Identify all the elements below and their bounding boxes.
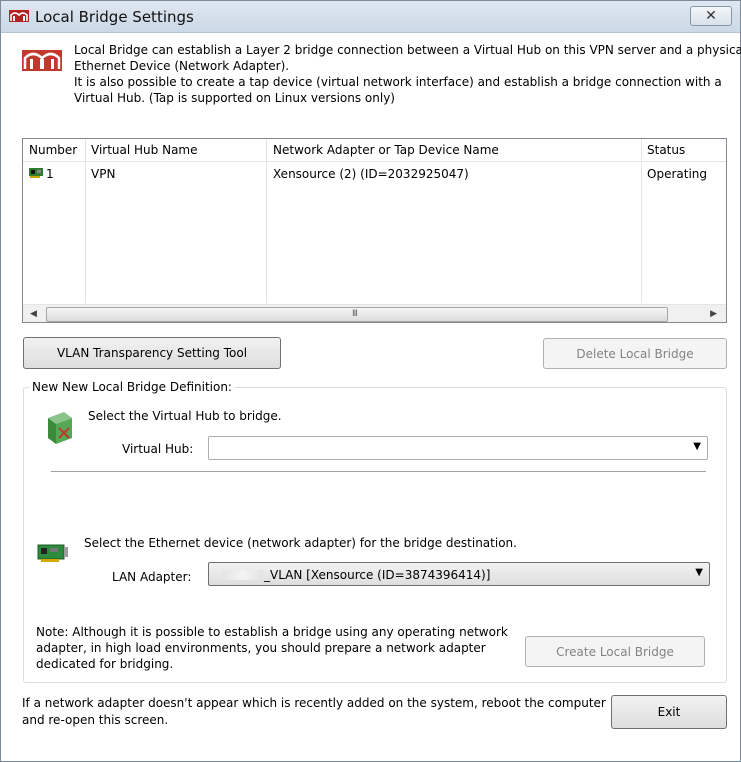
network-card-icon	[29, 168, 43, 178]
chevron-down-icon[interactable]: ▼	[695, 567, 703, 578]
note-line: adapter, in high load environments, you …	[36, 641, 486, 655]
title-bar: Local Bridge Settings ✕	[1, 1, 740, 33]
vlan-transparency-button[interactable]: VLAN Transparency Setting Tool	[23, 337, 281, 369]
note-line: Note: Although it is possible to establi…	[36, 625, 508, 639]
redacted-text	[223, 570, 263, 580]
virtual-hub-select[interactable]: ▼	[208, 436, 708, 460]
column-separator	[85, 139, 86, 303]
local-bridge-list[interactable]: Number Virtual Hub Name Network Adapter …	[22, 138, 727, 323]
column-separator	[641, 139, 642, 303]
scroll-thumb[interactable]: III	[46, 307, 668, 322]
virtual-hub-icon	[48, 412, 72, 444]
ethernet-prompt: Select the Ethernet device (network adap…	[84, 536, 517, 550]
horizontal-scrollbar[interactable]: ◀ III ▶	[23, 304, 726, 322]
intro-line: Local Bridge can establish a Layer 2 bri…	[74, 43, 741, 57]
section-divider	[51, 471, 706, 473]
bridge-app-icon	[9, 10, 29, 22]
grip-icon: III	[352, 309, 358, 319]
note-line: dedicated for bridging.	[36, 657, 174, 671]
lan-adapter-select[interactable]: _VLAN [Xensource (ID=3874396414)] ▼	[208, 562, 710, 586]
exit-button[interactable]: Exit	[611, 695, 727, 729]
virtual-hub-label: Virtual Hub:	[122, 442, 194, 456]
lan-adapter-label: LAN Adapter:	[112, 570, 192, 584]
create-local-bridge-button[interactable]: Create Local Bridge	[525, 636, 705, 667]
close-button[interactable]: ✕	[690, 6, 732, 26]
intro-text: Local Bridge can establish a Layer 2 bri…	[74, 42, 741, 106]
ethernet-adapter-icon	[37, 544, 68, 562]
intro-line: It is also possible to create a tap devi…	[74, 75, 722, 89]
column-header-adapter[interactable]: Network Adapter or Tap Device Name	[273, 143, 499, 157]
chevron-down-icon[interactable]: ▼	[693, 441, 701, 452]
row-adapter-name: Xensource (2) (ID=2032925047)	[273, 167, 469, 181]
row-number: 1	[46, 167, 54, 181]
close-icon: ✕	[705, 8, 717, 24]
column-separator	[266, 139, 267, 303]
note-text: Note: Although it is possible to establi…	[36, 624, 508, 672]
hub-prompt: Select the Virtual Hub to bridge.	[88, 409, 282, 423]
bridge-logo-icon	[22, 50, 62, 71]
column-header-status[interactable]: Status	[647, 143, 685, 157]
scroll-right-icon[interactable]: ▶	[710, 309, 717, 319]
group-title: New New Local Bridge Definition:	[29, 380, 235, 394]
intro-line: Virtual Hub. (Tap is supported on Linux …	[74, 91, 395, 105]
column-header-number[interactable]: Number	[29, 143, 77, 157]
list-header: Number Virtual Hub Name Network Adapter …	[23, 139, 726, 162]
local-bridge-window: Local Bridge Settings ✕ Local Bridge can…	[0, 0, 741, 762]
footer-text: If a network adapter doesn't appear whic…	[22, 695, 606, 729]
intro-line: Ethernet Device (Network Adapter).	[74, 59, 290, 73]
row-hub-name: VPN	[91, 167, 116, 181]
lan-adapter-value: _VLAN [Xensource (ID=3874396414)]	[264, 568, 491, 582]
row-status: Operating	[647, 167, 707, 181]
column-header-hub[interactable]: Virtual Hub Name	[91, 143, 198, 157]
scroll-left-icon[interactable]: ◀	[30, 309, 37, 319]
delete-local-bridge-button[interactable]: Delete Local Bridge	[543, 338, 727, 369]
footer-line: and re-open this screen.	[22, 713, 169, 727]
window-title: Local Bridge Settings	[35, 8, 194, 26]
footer-line: If a network adapter doesn't appear whic…	[22, 696, 606, 710]
